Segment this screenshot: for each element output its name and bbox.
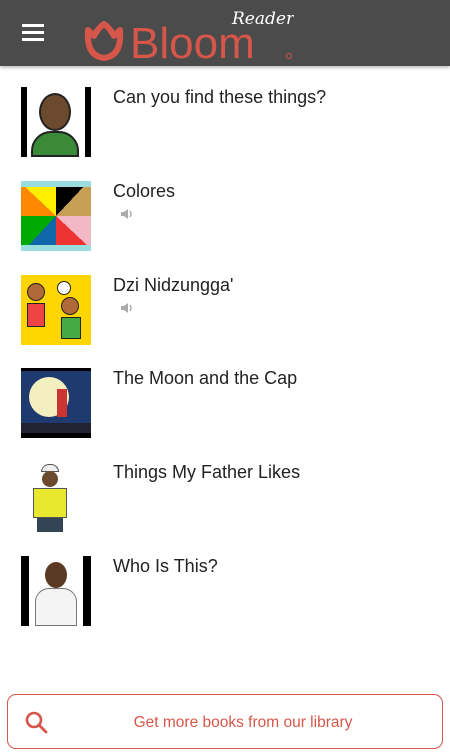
app-header: Bloom Reader <box>0 0 450 66</box>
book-thumbnail <box>21 275 91 345</box>
book-item[interactable]: Dzi Nidzungga' <box>0 275 450 355</box>
book-thumbnail <box>21 181 91 251</box>
book-item[interactable]: The Moon and the Cap <box>0 368 450 448</box>
book-thumbnail <box>21 462 91 532</box>
book-item[interactable]: Can you find these things? <box>0 87 450 167</box>
get-more-books-button[interactable]: Get more books from our library <box>7 694 443 749</box>
hamburger-menu-button[interactable] <box>22 24 44 41</box>
book-title: The Moon and the Cap <box>113 368 298 388</box>
book-title: Dzi Nidzungga' <box>113 275 234 295</box>
book-title: Colores <box>113 181 176 201</box>
book-thumbnail <box>21 556 91 626</box>
speaker-icon <box>121 209 132 219</box>
library-button-label: Get more books from our library <box>133 714 353 731</box>
bloom-reader-logo: Bloom Reader <box>84 9 294 64</box>
book-item[interactable]: Things My Father Likes <box>0 462 450 542</box>
book-thumbnail <box>21 368 91 438</box>
book-item[interactable]: Who Is This? <box>0 556 450 636</box>
book-title: Things My Father Likes <box>113 462 301 482</box>
book-item[interactable]: Colores <box>0 181 450 261</box>
svg-text:Reader: Reader <box>231 9 294 29</box>
book-title: Can you find these things? <box>113 87 327 107</box>
book-title: Who Is This? <box>113 556 218 576</box>
book-thumbnail <box>21 87 91 157</box>
speaker-icon <box>121 303 132 313</box>
